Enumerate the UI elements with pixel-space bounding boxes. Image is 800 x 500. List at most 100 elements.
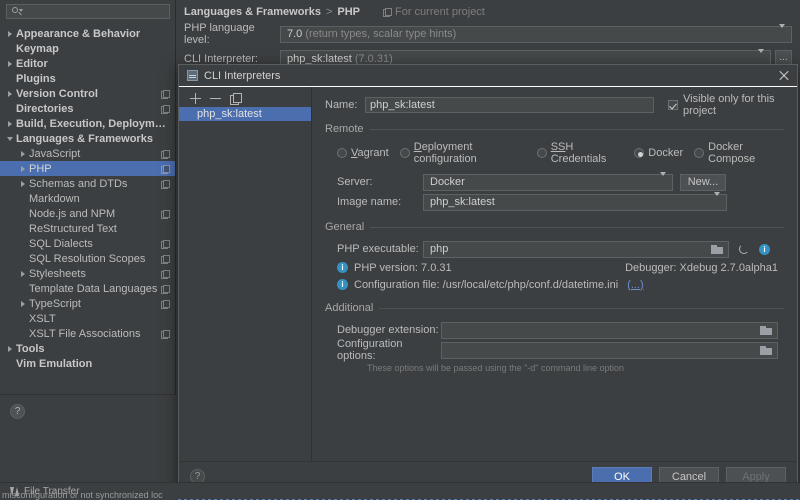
sidebar-item-label: Directories xyxy=(16,103,161,115)
config-file-link[interactable]: (...) xyxy=(627,279,644,291)
sidebar-item-build-execution-deployment[interactable]: Build, Execution, Deployment xyxy=(0,116,175,131)
sidebar-item-label: Version Control xyxy=(16,88,161,100)
radio-deployment-configuration[interactable]: Deployment configuration xyxy=(400,141,526,165)
visible-only-checkbox[interactable]: Visible only for this project xyxy=(668,93,784,117)
configuration-options-label: Configuration options: xyxy=(337,338,441,362)
remote-type-radiogroup[interactable]: Vagrant Deployment configuration SSH Crede… xyxy=(337,141,784,165)
sidebar-item-label: JavaScript xyxy=(29,148,161,160)
folder-icon[interactable] xyxy=(760,345,772,355)
dialog-titlebar: CLI Interpreters xyxy=(179,65,797,87)
terminal-icon xyxy=(187,70,198,81)
for-current-project-label: For current project xyxy=(395,6,485,18)
chevron-right-icon[interactable] xyxy=(4,91,16,97)
sidebar-item-tools[interactable]: Tools xyxy=(0,341,175,356)
sidebar-item-markdown[interactable]: Markdown xyxy=(0,191,175,206)
radio-label: SSH Credentials xyxy=(551,141,624,165)
name-input[interactable]: php_sk:latest xyxy=(365,97,654,113)
chevron-right-icon[interactable] xyxy=(17,271,29,277)
sidebar-item-label: Languages & Frameworks xyxy=(16,133,169,145)
image-name-select[interactable]: php_sk:latest xyxy=(423,194,727,211)
chevron-right-icon[interactable] xyxy=(4,346,16,352)
folder-icon[interactable] xyxy=(760,325,772,335)
chevron-right-icon[interactable] xyxy=(17,181,29,187)
folder-icon[interactable] xyxy=(711,244,723,254)
new-server-button[interactable]: New... xyxy=(680,174,726,191)
copy-icon[interactable] xyxy=(230,93,241,104)
chevron-right-icon[interactable] xyxy=(4,31,16,37)
sidebar-item-restructured-text[interactable]: ReStructured Text xyxy=(0,221,175,236)
sidebar-item-template-data-languages[interactable]: Template Data Languages xyxy=(0,281,175,296)
list-item[interactable]: php_sk:latest xyxy=(179,107,311,121)
image-name-label: Image name: xyxy=(337,196,423,208)
additional-group-title: Additional xyxy=(325,302,373,314)
settings-tree[interactable]: Appearance & BehaviorKeymapEditorPlugins… xyxy=(0,23,175,371)
chevron-right-icon[interactable] xyxy=(17,166,29,172)
sidebar-footer: ? xyxy=(0,394,176,482)
remote-group-body: Vagrant Deployment configuration SSH Crede… xyxy=(325,135,784,212)
sidebar-item-directories[interactable]: Directories xyxy=(0,101,175,116)
php-language-level-value: 7.0 xyxy=(287,28,302,40)
debugger-extension-input[interactable] xyxy=(441,322,778,339)
general-group: General PHP executable: php i xyxy=(325,221,784,293)
sidebar-item-xslt-file-associations[interactable]: XSLT File Associations xyxy=(0,326,175,341)
search-input[interactable] xyxy=(24,5,165,18)
interpreter-list-toolbar xyxy=(179,87,311,107)
radio-docker-compose[interactable]: Docker Compose xyxy=(694,141,784,165)
chevron-right-icon[interactable] xyxy=(4,61,16,67)
sidebar-item-label: Markdown xyxy=(29,193,169,205)
php-language-level-select[interactable]: 7.0 (return types, scalar type hints) xyxy=(280,26,792,43)
sidebar-item-javascript[interactable]: JavaScript xyxy=(0,146,175,161)
sidebar-item-sql-resolution-scopes[interactable]: SQL Resolution Scopes xyxy=(0,251,175,266)
chevron-right-icon[interactable] xyxy=(17,151,29,157)
sidebar-item-typescript[interactable]: TypeScript xyxy=(0,296,175,311)
group-divider xyxy=(370,227,784,228)
sidebar-item-stylesheets[interactable]: Stylesheets xyxy=(0,266,175,281)
project-scope-icon xyxy=(383,8,391,16)
radio-icon xyxy=(634,148,644,158)
close-icon[interactable] xyxy=(777,69,791,83)
configuration-options-hint: These options will be passed using the "… xyxy=(337,363,784,373)
sidebar-item-appearance-behavior[interactable]: Appearance & Behavior xyxy=(0,26,175,41)
radio-icon xyxy=(537,148,547,158)
sidebar-item-languages-frameworks[interactable]: Languages & Frameworks xyxy=(0,131,175,146)
radio-vagrant[interactable]: Vagrant xyxy=(337,147,389,159)
add-icon[interactable] xyxy=(190,93,201,104)
chevron-down-icon[interactable] xyxy=(4,137,16,141)
chevron-right-icon[interactable] xyxy=(17,301,29,307)
sidebar-item-label: ReStructured Text xyxy=(29,223,169,235)
sidebar-item-version-control[interactable]: Version Control xyxy=(0,86,175,101)
sidebar-item-node-js-and-npm[interactable]: Node.js and NPM xyxy=(0,206,175,221)
sidebar-item-plugins[interactable]: Plugins xyxy=(0,71,175,86)
chevron-right-icon[interactable] xyxy=(4,121,16,127)
radio-icon xyxy=(400,148,410,158)
breadcrumb-root[interactable]: Languages & Frameworks xyxy=(184,6,321,18)
server-label: Server: xyxy=(337,176,423,188)
checkbox-icon xyxy=(668,100,678,110)
interpreter-list[interactable]: php_sk:latest xyxy=(179,107,311,121)
remove-icon[interactable] xyxy=(210,93,221,104)
configuration-options-input[interactable] xyxy=(441,342,778,359)
project-scope-icon xyxy=(161,150,169,158)
interpreter-list-pane: php_sk:latest xyxy=(179,87,312,461)
radio-label: Vagrant xyxy=(351,147,389,159)
project-scope-icon xyxy=(161,330,169,338)
general-group-body: PHP executable: php i i PHP version: 7.0… xyxy=(325,233,784,293)
breadcrumb-separator: > xyxy=(326,6,332,18)
radio-ssh-credentials[interactable]: SSH Credentials xyxy=(537,141,624,165)
server-select[interactable]: Docker xyxy=(423,174,673,191)
sidebar-item-sql-dialects[interactable]: SQL Dialects xyxy=(0,236,175,251)
radio-docker[interactable]: Docker xyxy=(634,147,683,159)
sidebar-item-vim-emulation[interactable]: Vim Emulation xyxy=(0,356,175,371)
sidebar-item-label: PHP xyxy=(29,163,161,175)
sidebar-item-schemas-and-dtds[interactable]: Schemas and DTDs xyxy=(0,176,175,191)
help-icon[interactable]: ? xyxy=(10,404,25,419)
php-executable-input[interactable]: php xyxy=(423,241,729,258)
sidebar-item-keymap[interactable]: Keymap xyxy=(0,41,175,56)
info-icon[interactable]: i xyxy=(759,244,770,255)
search-box[interactable] xyxy=(6,4,170,19)
refresh-icon[interactable] xyxy=(738,243,750,255)
configuration-options-row: Configuration options: xyxy=(337,340,784,360)
sidebar-item-editor[interactable]: Editor xyxy=(0,56,175,71)
sidebar-item-xslt[interactable]: XSLT xyxy=(0,311,175,326)
sidebar-item-php[interactable]: PHP xyxy=(0,161,175,176)
